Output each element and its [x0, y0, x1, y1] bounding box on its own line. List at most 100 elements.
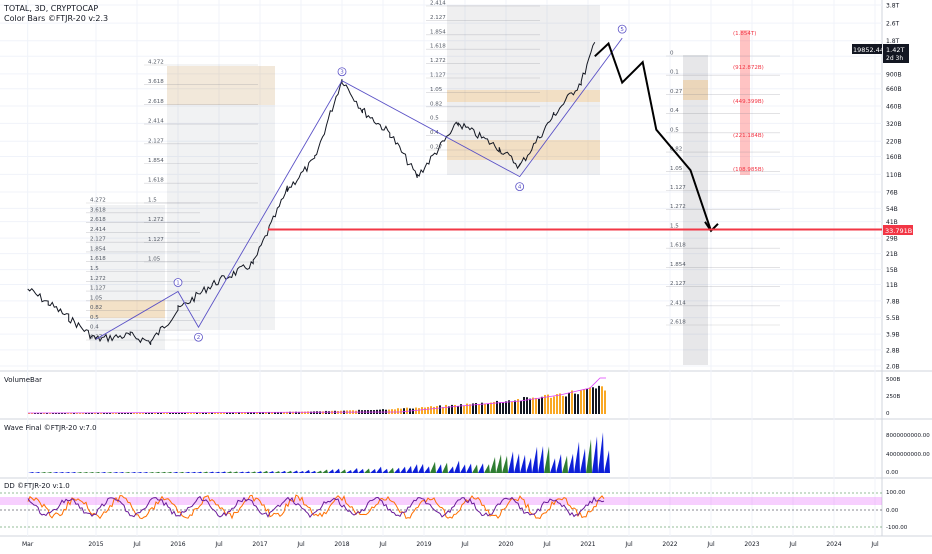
wave-final-spike	[208, 471, 214, 473]
volume-bar	[589, 387, 591, 414]
fib-label-left: 2.414	[90, 227, 106, 233]
volume-bar	[571, 390, 573, 414]
wave-final-spike	[46, 471, 52, 473]
time-tick-labels: Mar 2015 Jul 2016 Jul 2017 Jul 2018 Jul 2019 Jul 20…	[22, 541, 879, 548]
wave-final-spike	[430, 461, 436, 473]
wave-final-spike	[358, 468, 364, 473]
volume-bar	[490, 402, 492, 414]
wave-final-spike	[490, 457, 496, 473]
time-tick-label: Jul	[378, 541, 387, 548]
dd-pane-label[interactable]: DD ©FTJR-20 v:1.0	[4, 482, 70, 490]
subpane-tick-label: 250B	[886, 394, 900, 400]
time-tick-label: 2015	[88, 541, 103, 548]
fib-zone-mid	[167, 66, 275, 330]
wave-final-spike	[82, 471, 88, 473]
price-tick-label: 2.0B	[886, 364, 900, 371]
wave-final-spike	[214, 471, 220, 473]
tradingview-chart[interactable]: 2.414 2.127 1.854 1.618 1.272 1.127 1.05 0.82 0.…	[0, 0, 932, 550]
fib-label-left: 4.272	[90, 198, 106, 204]
price-tick-label: 2.6T	[886, 21, 900, 28]
indicator-title[interactable]: Color Bars ©FTJR-20 v:2.3	[4, 14, 108, 24]
wave-final-spike	[496, 454, 502, 473]
wave-final-spike	[142, 471, 148, 473]
volume-bar	[217, 412, 219, 414]
wave-final-spike	[40, 472, 46, 473]
chart-canvas[interactable]: 2.414 2.127 1.854 1.618 1.272 1.127 1.05 0.82 0.…	[0, 0, 932, 550]
fib-label-mid: 2.618	[148, 99, 164, 105]
volume-ma-line	[27, 377, 606, 414]
volume-bar	[505, 401, 507, 414]
time-tick-label: 2017	[252, 541, 267, 548]
subpane-tick-label: 0.00	[886, 508, 899, 514]
fib-label-left: 1.05	[90, 295, 103, 301]
volume-bar	[538, 398, 540, 414]
price-tick-label: 5.5B	[886, 315, 900, 322]
wave-label: 5	[620, 27, 624, 33]
price-tick-label: 15B	[886, 267, 898, 274]
fib-label-left: 2.618	[90, 217, 106, 223]
price-tick-label: 76B	[886, 190, 898, 197]
volume-bar	[592, 387, 594, 414]
volume-bar	[172, 412, 174, 414]
volume-bar	[133, 412, 135, 414]
wave-final-spike	[172, 471, 178, 473]
volume-bar	[328, 411, 330, 414]
price-scale[interactable]	[882, 0, 932, 550]
price-tick-label: 2.8B	[886, 347, 900, 354]
wave-final-spike	[34, 472, 40, 473]
price-tick-label: 110B	[886, 172, 902, 179]
target-label: (1.854T)	[733, 31, 756, 37]
volume-bar	[553, 396, 555, 414]
wave-final-spike	[178, 471, 184, 473]
wave-final-spike	[388, 467, 394, 473]
fib-label-left: 2.127	[90, 237, 106, 243]
wave-final-spike	[370, 468, 376, 473]
volume-bar	[175, 412, 177, 414]
volume-bar	[580, 390, 582, 414]
volume-bar	[148, 412, 150, 414]
fib-label-left: 1.272	[90, 276, 106, 282]
subpane-tick-label: 100.00	[886, 490, 906, 496]
wave-final-spike	[484, 464, 490, 473]
wave-final-spike	[280, 470, 286, 473]
wave-final-spike	[76, 471, 82, 473]
volume-bar	[529, 398, 531, 414]
wave-final-spike	[112, 471, 118, 473]
volume-bar	[151, 412, 153, 414]
volume-bar	[160, 412, 162, 414]
volume-bar	[181, 412, 183, 414]
wave-final-spike	[286, 470, 292, 473]
wave-final-spike	[514, 453, 520, 473]
wave-final-spike	[268, 471, 274, 473]
subpane-tick-label: 0	[886, 411, 890, 417]
symbol-title[interactable]: TOTAL, 3D, CRYPTOCAP	[4, 4, 108, 14]
wave-final-spike	[562, 455, 568, 473]
volume-bar	[163, 412, 165, 414]
wave-final-spike	[52, 471, 58, 473]
volume-bar	[145, 412, 147, 414]
wave-pane-label[interactable]: Wave Final ©FTJR-20 v:7.0	[4, 424, 97, 432]
wave-final-spike	[340, 469, 346, 473]
volume-bar	[535, 397, 537, 414]
volume-bar	[193, 412, 195, 414]
wave-final-spike	[220, 471, 226, 473]
target-label: (221.184B)	[733, 133, 764, 139]
volume-bar	[430, 406, 432, 414]
wave-final-spike	[274, 471, 280, 473]
wave-final-spike	[184, 471, 190, 473]
price-tick-label: 7.8B	[886, 298, 900, 305]
volume-bar	[130, 412, 132, 414]
fib-label-left: 1.854	[90, 246, 106, 252]
volume-bar	[502, 402, 504, 414]
wave-final-spike	[556, 453, 562, 473]
countdown-badge: 2d 3h	[886, 55, 903, 62]
fib-label-right: 0.27	[670, 89, 683, 95]
wave-final-spike	[166, 471, 172, 473]
subpane-tick-label: -100.00	[886, 525, 908, 531]
fib-label-main: 1.618	[430, 44, 446, 50]
volume-pane-label[interactable]: VolumeBar	[4, 376, 42, 384]
volume-bar	[136, 412, 138, 414]
fib-label-main: 0.27	[430, 145, 443, 151]
time-tick-label: 2022	[662, 541, 677, 548]
wave-final-spike	[88, 471, 94, 473]
